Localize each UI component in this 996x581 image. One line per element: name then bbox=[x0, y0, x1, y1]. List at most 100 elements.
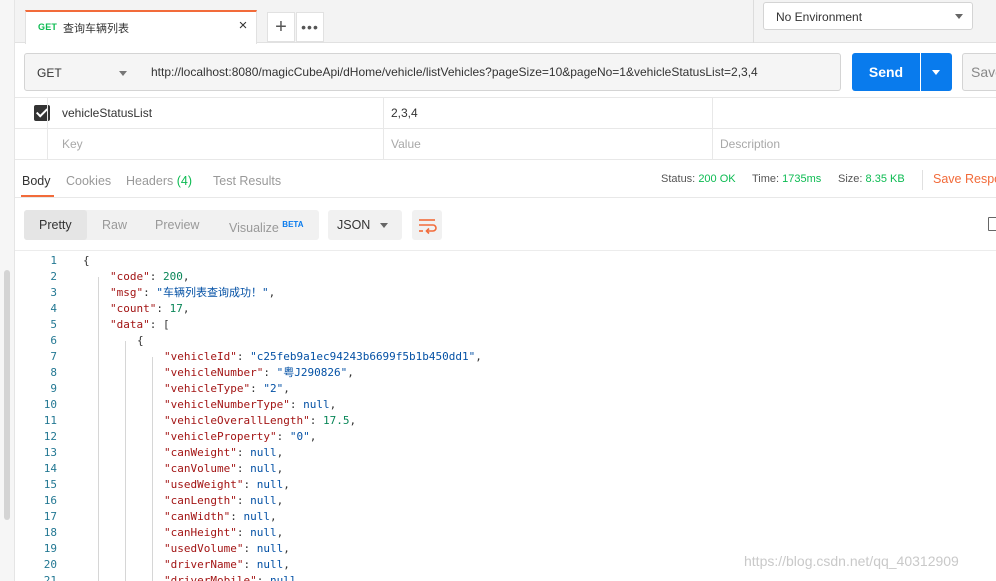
tab-cookies[interactable]: Cookies bbox=[66, 174, 111, 188]
http-method-select[interactable]: GET bbox=[24, 53, 140, 91]
watermark: https://blog.csdn.net/qq_40312909 bbox=[744, 553, 959, 569]
code-text: "vehicleNumberType": null, bbox=[164, 397, 336, 413]
code-line: 9 "vehicleType": "2", bbox=[15, 381, 996, 397]
code-token: null bbox=[250, 462, 277, 475]
code-token: null bbox=[250, 494, 277, 507]
chevron-down-icon bbox=[380, 223, 388, 228]
code-text: "usedWeight": null, bbox=[164, 477, 290, 493]
code-token: "usedWeight" bbox=[164, 478, 244, 491]
tab-title: 查询车辆列表 bbox=[63, 22, 129, 35]
code-token: , bbox=[268, 286, 276, 299]
tab-headers[interactable]: Headers (4) bbox=[126, 174, 192, 188]
time-label: Time: bbox=[752, 173, 780, 185]
code-token: "msg" bbox=[110, 286, 144, 299]
code-token: { bbox=[137, 334, 144, 347]
code-token: : bbox=[236, 446, 251, 459]
copy-icon[interactable] bbox=[988, 217, 996, 231]
code-text: "usedVolume": null, bbox=[164, 541, 290, 557]
status-readout: Status: 200 OK bbox=[661, 173, 736, 185]
code-text: "canWidth": null, bbox=[164, 509, 277, 525]
code-line: 13 "canWeight": null, bbox=[15, 445, 996, 461]
status-value: 200 OK bbox=[698, 173, 736, 185]
code-token: "0" bbox=[289, 430, 310, 443]
sidebar-scrollbar[interactable] bbox=[4, 270, 10, 520]
code-token: : [ bbox=[149, 318, 170, 331]
line-number: 19 bbox=[43, 542, 57, 555]
code-token: null bbox=[256, 542, 284, 555]
response-body-editor[interactable]: 1{2 "code": 200, 3 "msg": "车辆列表查询成功！", 4 "cou… bbox=[15, 250, 996, 581]
param-value-input[interactable]: Value bbox=[391, 129, 421, 159]
code-token: "canWeight" bbox=[164, 446, 237, 459]
code-text: "vehicleOverallLength": 17.5, bbox=[164, 413, 356, 429]
code-token: "canHeight" bbox=[164, 526, 237, 539]
code-line: 3 "msg": "车辆列表查询成功！", bbox=[15, 285, 996, 301]
tab-body[interactable]: Body bbox=[22, 174, 51, 188]
chevron-down-icon bbox=[932, 70, 940, 75]
code-line: 15 "usedWeight": null, bbox=[15, 477, 996, 493]
code-text: "vehicleType": "2", bbox=[164, 381, 290, 397]
code-line: 7 "vehicleId": "c25feb9a1ec94243b6699f5b1… bbox=[15, 349, 996, 365]
code-token: , bbox=[329, 398, 337, 411]
code-line: 11 "vehicleOverallLength": 17.5, bbox=[15, 413, 996, 429]
more-tabs-button[interactable]: ••• bbox=[296, 12, 324, 42]
send-options-button[interactable] bbox=[921, 53, 952, 91]
close-icon[interactable]: × bbox=[235, 17, 251, 35]
code-token: : bbox=[230, 510, 244, 523]
code-line: 14 "canVolume": null, bbox=[15, 461, 996, 477]
url-input[interactable]: http://localhost:8080/magicCubeApi/dHome… bbox=[139, 53, 841, 91]
code-line: 2 "code": 200, bbox=[15, 269, 996, 285]
view-visualize-button[interactable]: Visualize BETA bbox=[229, 210, 303, 240]
chevron-down-icon bbox=[955, 14, 963, 19]
add-tab-button[interactable]: + bbox=[267, 12, 295, 42]
column-divider bbox=[712, 98, 713, 128]
toolbar-divider bbox=[753, 0, 754, 43]
code-token: , bbox=[349, 414, 357, 427]
code-token: , bbox=[283, 478, 290, 491]
line-number: 14 bbox=[43, 462, 57, 475]
code-token: , bbox=[276, 526, 284, 539]
tab-method-badge: GET bbox=[38, 22, 58, 32]
param-description-input[interactable]: Description bbox=[720, 129, 780, 159]
send-button[interactable]: Send bbox=[852, 53, 920, 91]
code-line: 6{ bbox=[15, 333, 996, 349]
param-value[interactable]: 2,3,4 bbox=[391, 98, 418, 128]
code-token: : bbox=[309, 414, 323, 427]
tab-headers-label: Headers bbox=[126, 174, 174, 188]
code-line: 1{ bbox=[15, 253, 996, 269]
line-number: 20 bbox=[43, 558, 57, 571]
tab-test-results[interactable]: Test Results bbox=[213, 174, 281, 188]
save-response-button[interactable]: Save Response bbox=[933, 172, 996, 186]
request-tab[interactable]: GET 查询车辆列表 × bbox=[25, 10, 257, 44]
view-preview-button[interactable]: Preview bbox=[155, 210, 199, 240]
code-token: , bbox=[269, 510, 277, 523]
code-line: 10 "vehicleNumberType": null, bbox=[15, 397, 996, 413]
code-token: "vehicleNumberType" bbox=[164, 398, 290, 411]
line-number: 3 bbox=[50, 286, 57, 299]
code-token: , bbox=[276, 446, 284, 459]
code-line: 16 "canLength": null, bbox=[15, 493, 996, 509]
wrap-lines-button[interactable] bbox=[412, 210, 442, 240]
code-text: { bbox=[137, 333, 144, 349]
environment-select[interactable]: No Environment bbox=[763, 2, 973, 30]
param-key-input[interactable]: Key bbox=[62, 129, 83, 159]
size-readout: Size: 8.35 KB bbox=[838, 173, 905, 185]
format-select[interactable]: JSON bbox=[328, 210, 402, 240]
view-raw-button[interactable]: Raw bbox=[102, 210, 127, 240]
save-button[interactable]: Save bbox=[962, 53, 996, 91]
code-token: : bbox=[236, 350, 251, 363]
view-pretty-button[interactable]: Pretty bbox=[24, 210, 87, 240]
code-token: "driverName" bbox=[164, 558, 244, 571]
code-token: : bbox=[243, 478, 257, 491]
code-token: "c25feb9a1ec94243b6699f5b1b450dd1" bbox=[250, 350, 476, 363]
status-label: Status: bbox=[661, 173, 696, 185]
code-text: "data": [ bbox=[110, 317, 170, 333]
column-divider bbox=[383, 98, 384, 128]
time-readout: Time: 1735ms bbox=[752, 173, 821, 185]
code-text: "count": 17, bbox=[110, 301, 189, 317]
code-token: , bbox=[475, 350, 482, 363]
code-token: { bbox=[83, 254, 90, 267]
code-text: "canWeight": null, bbox=[164, 445, 283, 461]
param-key[interactable]: vehicleStatusList bbox=[62, 98, 152, 128]
line-number: 1 bbox=[50, 254, 57, 267]
code-token: "vehicleOverallLength" bbox=[164, 414, 310, 427]
